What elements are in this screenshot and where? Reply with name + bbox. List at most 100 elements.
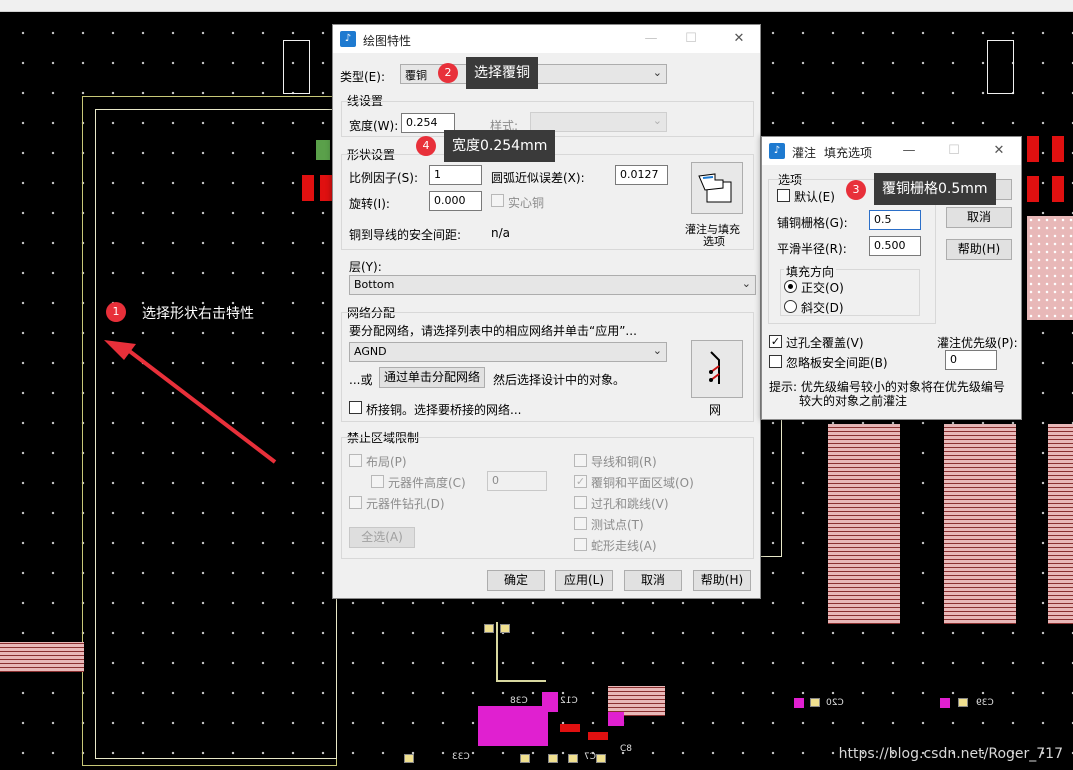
component-drill-label: 元器件钻孔(D)	[366, 497, 445, 511]
step-3-callout: 覆铜栅格0.5mm	[874, 173, 996, 205]
chevron-down-icon: ⌄	[652, 344, 662, 357]
then-select-label: 然后选择设计中的对象。	[493, 373, 626, 387]
copper-plane-label: 覆铜和平面区域(O)	[591, 476, 694, 490]
type-select-value: 覆铜	[405, 69, 427, 82]
hand-fill-icon	[698, 173, 732, 203]
watermark: https://blog.csdn.net/Roger_717	[838, 746, 1063, 762]
apply-button[interactable]: 应用(L)	[555, 570, 613, 591]
net-select[interactable]: AGND ⌄	[349, 342, 667, 362]
step-1-text: 选择形状右击特性	[142, 306, 254, 322]
clearance-value: n/a	[491, 226, 511, 240]
layer-select-value: Bottom	[354, 278, 395, 291]
step-4-callout: 宽度0.254mm	[444, 130, 556, 162]
maximize-icon: ☐	[685, 31, 697, 46]
via-cover-label: 过孔全覆盖(V)	[786, 336, 864, 350]
component-height-checkbox	[371, 475, 384, 488]
dialog-subtitle: 填充选项	[824, 146, 873, 160]
app-icon: ♪	[340, 31, 356, 47]
arrow-shaft-icon	[126, 348, 277, 464]
via-jumper-checkbox	[574, 496, 587, 509]
chevron-down-icon: ⌄	[741, 277, 751, 290]
orthogonal-radio[interactable]	[784, 280, 797, 293]
arc-error-input[interactable]: 0.0127	[615, 165, 668, 185]
net-pick-icon	[709, 351, 720, 384]
priority-label: 灌注优先级(P):	[937, 336, 1018, 350]
dialog-title: 绘图特性	[363, 34, 412, 48]
style-select: ⌄	[530, 112, 667, 132]
close-icon[interactable]: ✕	[985, 140, 1013, 162]
arrow-head-icon	[104, 340, 136, 360]
step-2-callout: 选择覆铜	[466, 57, 538, 89]
smooth-label: 平滑半径(R):	[777, 242, 847, 256]
width-label: 宽度(W):	[349, 119, 399, 133]
dialog-titlebar[interactable]: ♪ 灌注 填充选项 — ☐ ✕	[762, 137, 1021, 165]
net-hint-text: 要分配网络，请选择列表中的相应网络并单击“应用”...	[349, 324, 637, 338]
ignore-clearance-label: 忽略板安全间距(B)	[786, 356, 888, 370]
scale-input[interactable]: 1	[429, 165, 482, 185]
bridge-copper-checkbox[interactable]	[349, 401, 362, 414]
component-height-label: 元器件高度(C)	[388, 476, 466, 490]
via-jumper-label: 过孔和跳线(V)	[591, 497, 669, 511]
default-checkbox[interactable]	[777, 189, 790, 202]
step-4-badge: 4	[416, 136, 436, 156]
serpentine-checkbox	[574, 538, 587, 551]
assign-by-click-button[interactable]: 通过单击分配网络	[379, 367, 485, 388]
copper-plane-checkbox: ✓	[574, 475, 587, 488]
solid-copper-label: 实心铜	[508, 196, 545, 210]
app-icon: ♪	[769, 143, 785, 159]
via-cover-checkbox[interactable]: ✓	[769, 335, 782, 348]
scale-label: 比例因子(S):	[349, 171, 419, 185]
chevron-down-icon: ⌄	[652, 66, 662, 79]
diagonal-label: 斜交(D)	[801, 301, 844, 315]
flood-fill-options-label-2: 选项	[703, 235, 725, 248]
smooth-input[interactable]: 0.500	[869, 236, 921, 256]
rotate-label: 旋转(I):	[349, 197, 390, 211]
step-2-badge: 2	[438, 63, 458, 83]
solid-copper-checkbox	[491, 194, 504, 207]
placement-checkbox	[349, 454, 362, 467]
maximize-icon: ☐	[948, 143, 960, 158]
close-icon[interactable]: ✕	[725, 28, 753, 50]
step-3-badge: 3	[846, 180, 866, 200]
net-select-value: AGND	[354, 345, 387, 358]
select-all-button: 全选(A)	[349, 527, 415, 548]
rotate-input[interactable]: 0.000	[429, 191, 482, 211]
cancel-button[interactable]: 取消	[624, 570, 682, 591]
layer-select[interactable]: Bottom ⌄	[349, 275, 756, 295]
testpoint-checkbox	[574, 517, 587, 530]
serpentine-label: 蛇形走线(A)	[591, 539, 657, 553]
flood-help-button[interactable]: 帮助(H)	[946, 239, 1012, 260]
bridge-copper-label: 桥接铜。选择要桥接的网络...	[366, 403, 522, 417]
tip-line-2: 较大的对象之前灌注	[799, 394, 908, 408]
or-label: ...或	[349, 373, 373, 387]
flood-fill-options-button[interactable]	[691, 162, 743, 214]
net-pick-label: 网	[709, 403, 722, 417]
drawing-properties-dialog: ♪ 绘图特性 — ☐ ✕ 类型(E): 覆铜 ⌄ 线设置 宽度(W): 0.25…	[332, 24, 761, 599]
layer-label: 层(Y):	[349, 260, 382, 274]
trace-copper-label: 导线和铜(R)	[591, 455, 657, 469]
type-label: 类型(E):	[340, 70, 385, 84]
diagonal-radio[interactable]	[784, 300, 797, 313]
chevron-down-icon: ⌄	[652, 114, 662, 127]
trace-copper-checkbox	[574, 454, 587, 467]
priority-input[interactable]: 0	[945, 350, 997, 370]
flood-cancel-button[interactable]: 取消	[946, 207, 1012, 228]
component-drill-checkbox	[349, 496, 362, 509]
dialog-titlebar[interactable]: ♪ 绘图特性 — ☐ ✕	[333, 25, 760, 53]
grid-input[interactable]: 0.5	[869, 210, 921, 230]
help-button[interactable]: 帮助(H)	[693, 570, 751, 591]
minimize-icon[interactable]: —	[637, 28, 665, 50]
placement-label: 布局(P)	[366, 455, 407, 469]
minimize-icon[interactable]: —	[895, 140, 923, 162]
fill-direction-title: 填充方向	[784, 263, 837, 280]
dialog-title: 灌注	[792, 146, 817, 160]
orthogonal-label: 正交(O)	[801, 281, 844, 295]
testpoint-label: 测试点(T)	[591, 518, 644, 532]
clearance-label: 铜到导线的安全间距:	[349, 228, 462, 242]
step-1-badge: 1	[106, 302, 126, 322]
ignore-clearance-checkbox[interactable]	[769, 355, 782, 368]
net-pick-button[interactable]	[691, 340, 743, 398]
arc-error-label: 圆弧近似误差(X):	[491, 171, 585, 185]
component-height-input: 0	[487, 471, 547, 491]
ok-button[interactable]: 确定	[487, 570, 545, 591]
